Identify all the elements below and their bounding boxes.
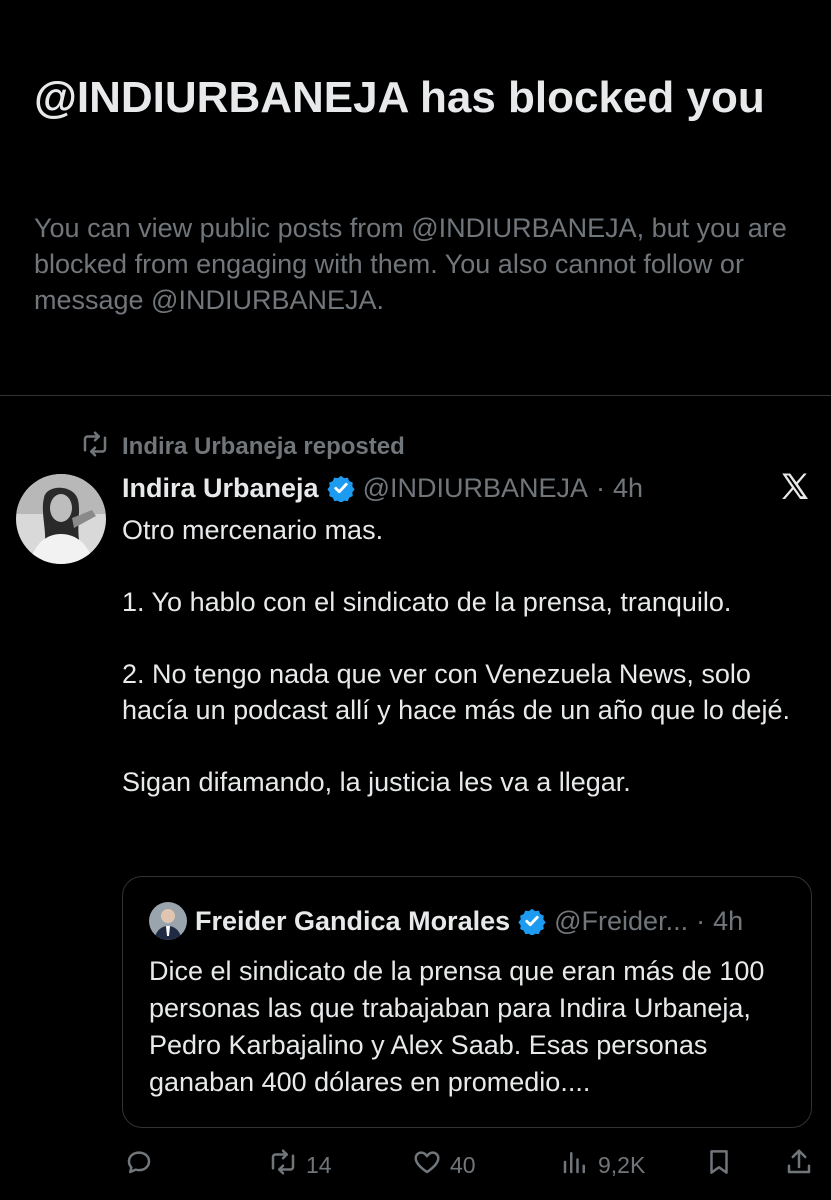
post-time[interactable]: 4h	[613, 473, 643, 504]
quote-body: Dice el sindicato de la prensa que eran …	[149, 956, 765, 1097]
verified-badge-icon	[326, 474, 355, 502]
reply-button[interactable]	[124, 1145, 162, 1185]
meta-separator: ·	[696, 905, 706, 936]
post-header: Indira Urbaneja @INDIURBANEJA · 4h	[122, 470, 643, 506]
author-handle[interactable]: @INDIURBANEJA	[363, 473, 588, 504]
author-name[interactable]: Indira Urbaneja	[122, 473, 319, 504]
quote-avatar	[149, 902, 187, 940]
verified-badge-icon	[518, 907, 546, 935]
quote-author-name: Freider Gandica Morales	[195, 905, 511, 936]
x-logo-icon	[778, 470, 812, 504]
meta-separator: ·	[596, 472, 606, 503]
like-count: 40	[450, 1151, 476, 1178]
repost-count: 14	[306, 1151, 332, 1178]
action-bar: 14 40 9,2K	[0, 1145, 831, 1185]
repost-button[interactable]: 14	[268, 1145, 332, 1185]
post-paragraph: Otro mercenario mas.	[122, 515, 384, 545]
views-count: 9,2K	[598, 1151, 646, 1178]
quote-header: Freider Gandica Morales @Freider... · 4h	[149, 901, 743, 941]
heart-icon	[412, 1147, 442, 1183]
share-icon	[784, 1147, 814, 1183]
views-button[interactable]: 9,2K	[560, 1145, 645, 1185]
blocked-title: @INDIURBANEJA has blocked you	[34, 73, 765, 122]
blocked-notice: @INDIURBANEJA has blocked you You can vi…	[0, 0, 831, 396]
avatar[interactable]	[16, 474, 106, 564]
quote-time: 4h	[713, 905, 744, 936]
post-paragraph: 1. Yo hablo con el sindicato de la prens…	[122, 587, 732, 617]
quoted-post[interactable]: Freider Gandica Morales @Freider... · 4h…	[122, 876, 812, 1128]
share-button[interactable]	[784, 1145, 814, 1185]
like-button[interactable]: 40	[412, 1145, 476, 1185]
repost-icon	[268, 1147, 298, 1183]
bookmark-icon	[704, 1147, 734, 1183]
repost-icon	[80, 429, 110, 466]
reply-icon	[124, 1147, 154, 1183]
post-paragraph: Sigan difamando, la justicia les va a ll…	[122, 767, 631, 797]
bookmark-button[interactable]	[704, 1145, 734, 1185]
post-paragraph: 2. No tengo nada que ver con Venezuela N…	[122, 659, 790, 725]
repost-label: Indira Urbaneja reposted	[122, 433, 405, 460]
quote-author-handle: @Freider...	[554, 905, 689, 936]
views-icon	[560, 1147, 590, 1183]
blocked-description: You can view public posts from @INDIURBA…	[34, 213, 787, 315]
post-body: Otro mercenario mas. 1. Yo hablo con el …	[122, 512, 812, 800]
repost-indicator[interactable]: Indira Urbaneja reposted	[80, 430, 405, 464]
